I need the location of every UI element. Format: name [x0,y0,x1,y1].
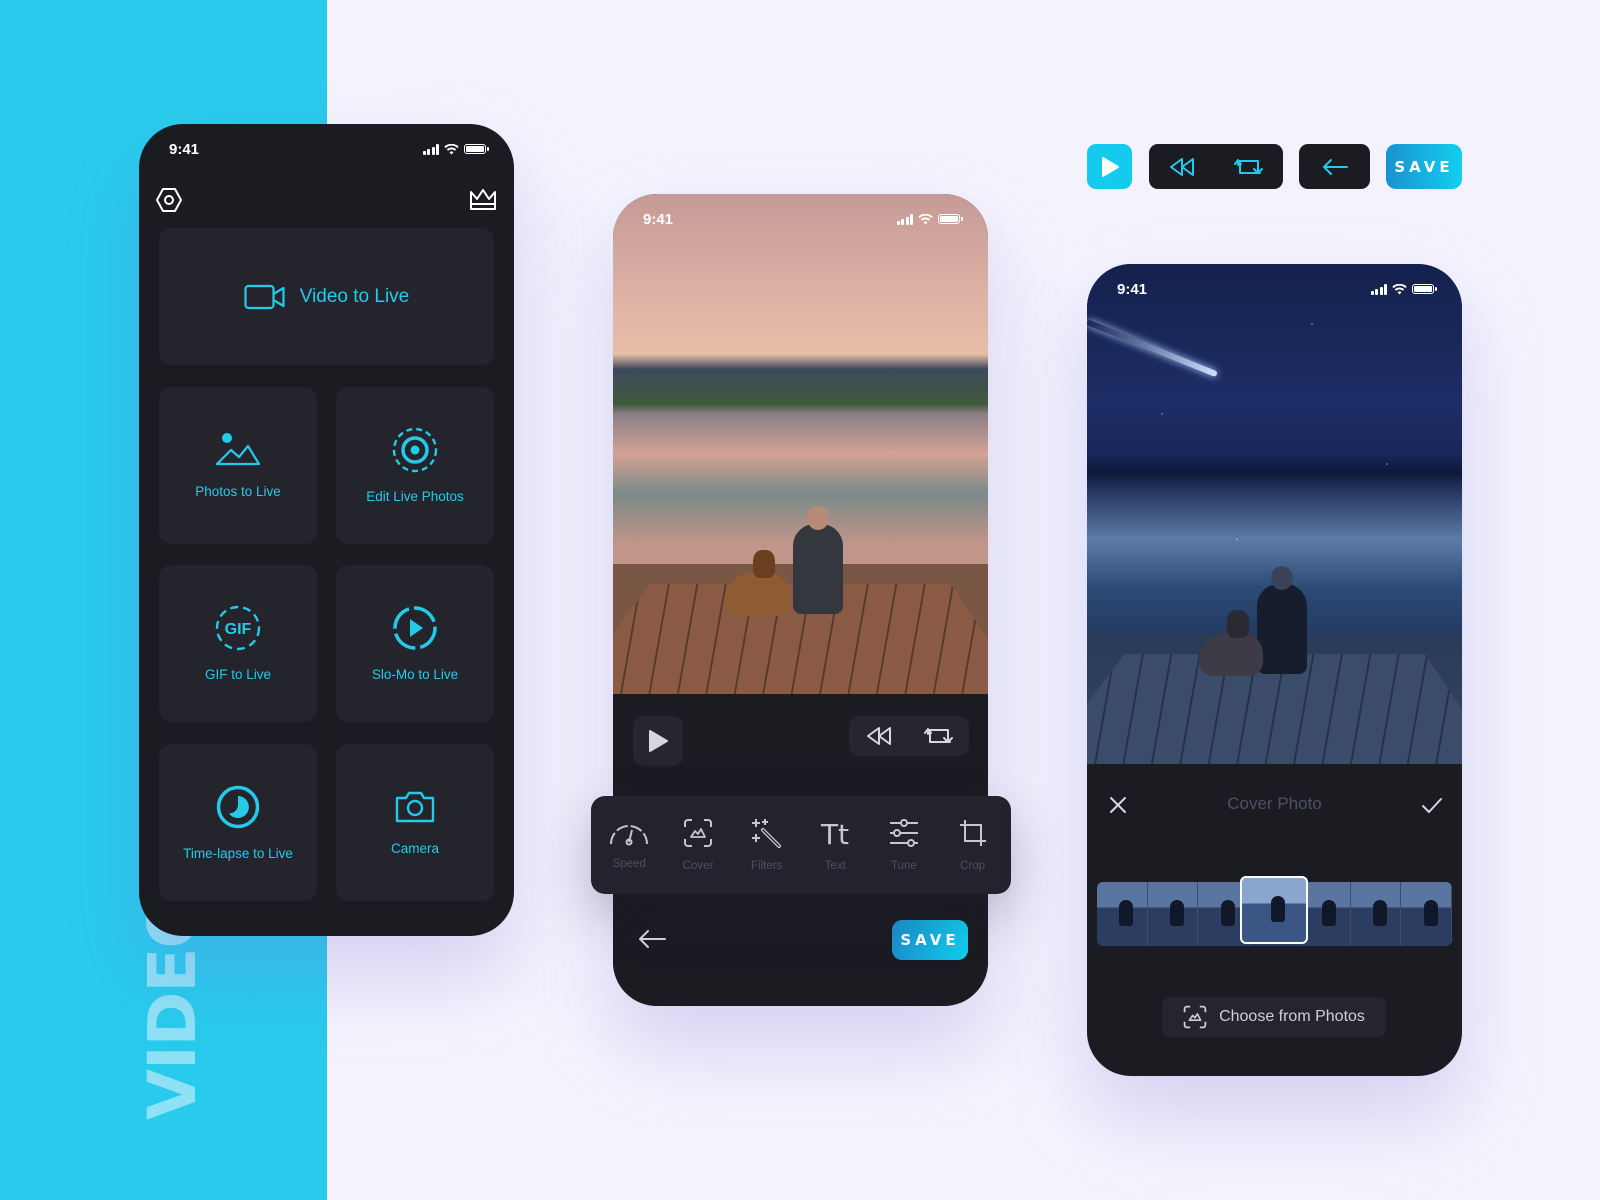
choose-label: Choose from Photos [1219,1008,1365,1025]
tool-cover[interactable]: Cover [665,818,731,872]
camera-tile[interactable]: Camera [336,744,494,901]
check-icon[interactable] [1421,797,1443,815]
time-lapse-to-live-tile[interactable]: Time-lapse to Live [159,744,317,901]
tile-label: Time-lapse to Live [183,846,293,861]
tool-label: Speed [612,858,646,870]
svg-text:Tt: Tt [820,818,849,848]
signal-icon [1370,283,1387,295]
loop-icon[interactable] [1234,157,1264,177]
arrow-left-icon [1322,158,1348,175]
video-preview [613,194,988,694]
save-button[interactable]: SAVE [892,920,968,960]
cover-icon [683,819,712,847]
tool-filters[interactable]: Filters [734,818,800,872]
video-camera-icon [244,284,285,309]
cover-photo-title: Cover Photo [1227,794,1322,813]
tool-tune[interactable]: Tune [871,818,937,872]
comet-streak [1087,319,1218,378]
filmstrip-frame[interactable] [1147,882,1199,946]
crown-icon[interactable] [468,188,498,212]
signal-icon [896,213,913,225]
playback-controls [849,716,969,756]
wifi-icon [444,143,459,154]
status-bar: 9:41 [1087,264,1462,314]
play-icon [649,730,668,752]
tile-label: Photos to Live [195,484,281,499]
wifi-icon [918,213,933,224]
timelapse-icon [216,785,260,829]
loop-icon[interactable] [923,726,954,746]
video-to-live-tile[interactable]: Video to Live [159,228,494,365]
status-bar: 9:41 [613,194,988,244]
sliders-icon [889,819,918,847]
camera-icon [395,791,435,823]
tool-speed[interactable]: Speed [596,820,662,870]
selected-frame-handle[interactable] [1240,876,1308,944]
tool-text[interactable]: Tt Text [802,818,868,872]
slomo-play-icon [393,606,437,650]
status-time: 9:41 [169,140,200,158]
tile-label: Video to Live [299,285,410,307]
photos-to-live-tile[interactable]: Photos to Live [159,387,317,544]
image-icon [215,433,261,466]
filmstrip-frame[interactable] [1401,882,1452,946]
play-button[interactable] [633,716,683,766]
rewind-icon[interactable] [1168,157,1196,177]
rewind-icon[interactable] [865,726,893,746]
settings-hexagon-icon[interactable] [155,187,183,213]
tool-crop[interactable]: Crop [940,818,1006,872]
save-chip[interactable]: SAVE [1386,144,1462,189]
tile-label: Edit Live Photos [366,489,464,504]
wifi-icon [1392,283,1407,294]
back-chip[interactable] [1299,144,1370,189]
dog-figure [1199,610,1263,676]
text-icon: Tt [820,818,849,848]
battery-icon [464,144,489,154]
tool-label: Tune [891,860,917,872]
choose-from-photos-button[interactable]: Choose from Photos [1162,997,1386,1037]
status-time: 9:41 [1117,280,1148,298]
cover-preview [1087,264,1462,764]
speedometer-icon [610,825,649,846]
playback-chip [1149,144,1283,189]
home-screen-phone: 9:41 Video to Live Photos to Live Edit L… [139,124,514,936]
cover-icon [1183,1005,1207,1029]
battery-icon [1412,284,1437,294]
arrow-left-icon[interactable] [637,928,667,950]
slo-mo-to-live-tile[interactable]: Slo-Mo to Live [336,565,494,722]
tile-label: Slo-Mo to Live [371,667,459,682]
cover-photo-phone: 9:41 Cover Photo Choose from Photos [1087,264,1462,1076]
tool-label: Filters [750,860,783,872]
play-chip[interactable] [1087,144,1132,189]
edit-live-photos-tile[interactable]: Edit Live Photos [336,387,494,544]
gif-icon: GIF [215,605,261,651]
man-figure [793,506,843,614]
tool-label: Cover [682,860,714,872]
crop-icon [959,820,986,846]
tool-label: Crop [960,860,986,872]
editor-toolbar: Speed Cover Filters Tt Text Tune Crop [591,796,1011,894]
signal-icon [422,143,439,155]
svg-text:GIF: GIF [225,621,252,638]
man-figure [1257,566,1307,674]
live-photo-icon [392,427,438,473]
filmstrip-frame[interactable] [1350,882,1402,946]
filmstrip-frame[interactable] [1097,882,1148,946]
gif-to-live-tile[interactable]: GIF GIF to Live [159,565,317,722]
dog-figure [725,550,789,616]
tool-label: Text [824,860,846,872]
battery-icon [938,214,963,224]
magic-wand-icon [751,819,781,848]
status-time: 9:41 [643,210,674,228]
play-icon [1101,156,1119,177]
status-bar: 9:41 [139,124,514,174]
tile-label: Camera [390,841,439,856]
tile-label: GIF to Live [204,667,272,682]
